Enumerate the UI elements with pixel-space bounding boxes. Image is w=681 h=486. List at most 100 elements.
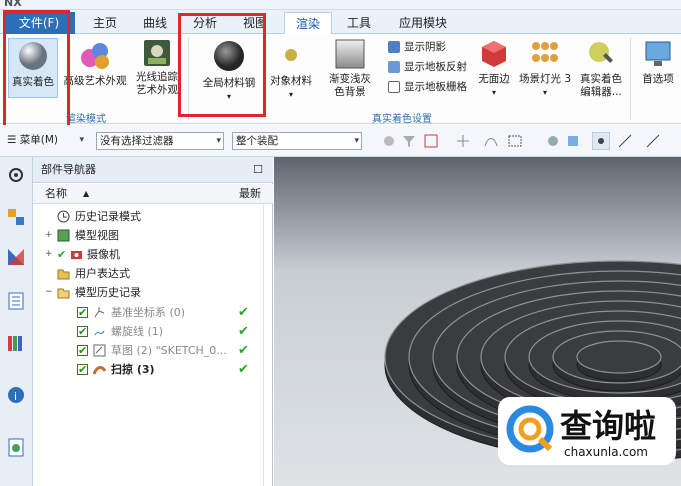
part-navigator: 部件导航器 ☐ 名称 ▲ 最新 历史记录模式 + 模型视图 + ✔ 摄像机 用户… <box>33 157 273 486</box>
scene-light-label: 场景灯光 3 <box>518 73 572 85</box>
tree-label: 基准坐标系 (0) <box>111 306 186 319</box>
app-logo: NX <box>4 0 22 9</box>
visibility-checkbox[interactable] <box>77 303 88 322</box>
tab-applications[interactable]: 应用模块 <box>388 12 458 34</box>
gradient-bg-label-1: 渐变浅灰 <box>329 73 371 85</box>
cross-icon[interactable] <box>456 134 470 148</box>
tree-label: 摄像机 <box>87 248 120 261</box>
grid-icon <box>388 81 400 93</box>
box-select-icon[interactable] <box>508 134 522 148</box>
visibility-checkbox[interactable] <box>77 341 88 360</box>
ray-trace-button[interactable]: 光线追踪 艺术外观 <box>130 38 184 108</box>
advanced-art-button[interactable]: 高级艺术外观 <box>62 38 128 98</box>
add-selection-icon[interactable] <box>424 134 438 148</box>
tab-home[interactable]: 主页 <box>84 12 126 34</box>
tree-row-user-expressions[interactable]: 用户表达式 <box>33 264 273 283</box>
selection-filter-dropdown[interactable]: 没有选择过滤器 ▾ <box>96 132 224 150</box>
menu-bar: 文件(F) 主页 曲线 分析 视图 渲染 工具 应用模块 <box>0 10 681 34</box>
chevron-down-icon: ▾ <box>354 136 359 146</box>
show-floor-reflection-toggle[interactable]: 显示地板反射 <box>388 58 467 76</box>
tab-curve[interactable]: 曲线 <box>134 12 176 34</box>
tab-tools[interactable]: 工具 <box>338 12 380 34</box>
advanced-art-label: 高级艺术外观 <box>63 75 127 87</box>
render-icon[interactable] <box>546 134 560 148</box>
scene-light-button[interactable]: 场景灯光 3 ▾ <box>516 38 574 104</box>
helix-icon <box>94 330 105 336</box>
no-face-edge-button[interactable]: 无面边 ▾ <box>474 38 514 104</box>
tree-label: 螺旋线 (1) <box>111 325 164 338</box>
tree-row-history-mode[interactable]: 历史记录模式 <box>33 207 273 226</box>
ray-trace-label-2: 艺术外观 <box>136 84 178 96</box>
tree-row-sweep[interactable]: 扫掠 (3) ✔ <box>33 360 273 379</box>
shadow-icon <box>388 41 400 53</box>
assembly-scope-dropdown[interactable]: 整个装配 ▾ <box>232 132 362 150</box>
chevron-down-icon: ▾ <box>79 135 84 145</box>
visibility-checkbox[interactable] <box>77 360 88 379</box>
web-browser-icon[interactable] <box>6 437 26 457</box>
material-ball-icon <box>285 49 297 61</box>
shading-editor-button[interactable]: 真实着色 编辑器... <box>576 38 626 108</box>
shading-editor-label-1: 真实着色 <box>580 73 622 85</box>
column-name-header[interactable]: 名称 <box>45 184 67 204</box>
part-navigator-title-text: 部件导航器 <box>41 163 96 176</box>
constraint-navigator-icon[interactable] <box>6 247 26 267</box>
latest-check-icon: ✔ <box>238 324 249 339</box>
expand-icon[interactable]: + <box>45 245 54 264</box>
watermark-logo-icon <box>506 405 554 453</box>
assembly-navigator-icon[interactable] <box>6 207 26 227</box>
tree-label: 模型历史记录 <box>75 286 141 299</box>
menu-dropdown[interactable]: ☰ 菜单(M) ▾ <box>4 132 86 150</box>
tree-row-datum-csys[interactable]: 基准坐标系 (0) ✔ <box>33 303 273 322</box>
show-floor-grid-label: 显示地板栅格 <box>404 81 467 93</box>
ray-trace-icon <box>144 40 170 66</box>
gear-icon[interactable] <box>6 165 26 185</box>
preferences-button[interactable]: 首选项 <box>636 38 680 104</box>
preferences-label: 首选项 <box>642 73 674 85</box>
gradient-background-button[interactable]: 渐变浅灰 色背景 <box>322 38 378 108</box>
show-shadow-label: 显示阴影 <box>404 41 446 53</box>
show-floor-grid-toggle[interactable]: 显示地板栅格 <box>388 78 467 96</box>
tree-label: 模型视图 <box>75 229 119 242</box>
tree-row-model-views[interactable]: + 模型视图 <box>33 226 273 245</box>
check-icon: ✔ <box>57 248 67 261</box>
reflection-icon <box>388 61 400 73</box>
info-icon[interactable]: i <box>6 385 26 405</box>
point-snap-icon[interactable] <box>592 132 610 150</box>
filter-icon[interactable] <box>402 134 416 148</box>
datum-csys-icon <box>94 307 105 318</box>
tree-row-cameras[interactable]: + ✔ 摄像机 <box>33 245 273 264</box>
model-view-icon <box>57 229 70 242</box>
latest-check-icon: ✔ <box>238 362 249 377</box>
curve-icon[interactable] <box>484 134 498 148</box>
group-label-shading-settings: 真实着色设置 <box>372 114 432 125</box>
color-spheres-icon <box>81 43 109 69</box>
expand-icon[interactable]: + <box>45 226 54 245</box>
collapse-icon[interactable]: − <box>45 283 54 302</box>
gradient-background-icon <box>335 39 365 69</box>
visibility-checkbox[interactable] <box>77 322 88 341</box>
tab-render[interactable]: 渲染 <box>284 12 332 34</box>
tree-row-helix[interactable]: 螺旋线 (1) ✔ <box>33 322 273 341</box>
column-latest-header[interactable]: 最新 <box>239 184 261 204</box>
reuse-library-icon[interactable] <box>6 333 26 353</box>
show-shadow-toggle[interactable]: 显示阴影 <box>388 38 446 56</box>
snap-icon[interactable] <box>382 134 396 148</box>
line-tool-icon-2[interactable] <box>646 134 660 148</box>
chevron-down-icon: ▾ <box>491 88 496 97</box>
maximize-icon[interactable]: ☐ <box>253 157 263 183</box>
tree-row-sketch[interactable]: 草图 (2) "SKETCH_0... ✔ <box>33 341 273 360</box>
selection-filter-value: 没有选择过滤器 <box>100 135 174 147</box>
tree-row-model-history[interactable]: − 模型历史记录 <box>33 283 273 302</box>
shading-editor-label-2: 编辑器... <box>580 86 622 98</box>
part-navigator-icon[interactable] <box>6 291 26 311</box>
cube-view-icon[interactable] <box>566 134 580 148</box>
ribbon: 真实着色 高级艺术外观 光线追踪 艺术外观 全局材料钢 ▾ 对象材料 ▾ 渐变浅… <box>0 34 681 125</box>
latest-check-icon: ✔ <box>238 343 249 358</box>
line-tool-icon[interactable] <box>618 134 632 148</box>
object-material-button[interactable]: 对象材料 ▾ <box>266 38 316 104</box>
sweep-icon <box>93 366 106 375</box>
editor-icon <box>589 42 613 63</box>
open-folder-icon <box>57 288 70 299</box>
watermark-url: chaxunla.com <box>564 445 648 459</box>
tree-label: 用户表达式 <box>75 267 130 280</box>
